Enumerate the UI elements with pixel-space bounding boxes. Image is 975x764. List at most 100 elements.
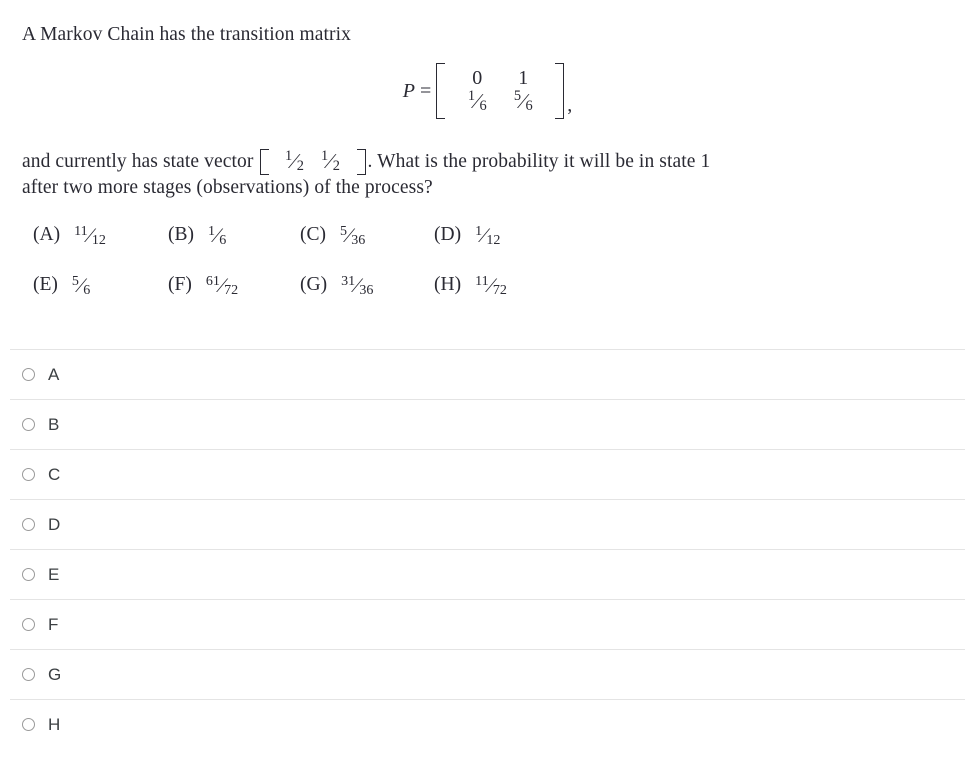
fraction-denominator: 6 — [83, 282, 91, 299]
state-vector-cell-0: 1 ⁄ 2 — [277, 149, 313, 174]
fraction-denominator: 6 — [219, 232, 227, 249]
fraction-denominator: 36 — [359, 282, 374, 299]
transition-matrix-display: P = 0 1 1 ⁄ 6 5 ⁄ 6 , — [0, 63, 975, 119]
answer-choice-tag: (C) — [300, 224, 326, 246]
answer-choice-e: (E) 5 ⁄ 6 — [33, 272, 91, 299]
option-row-f[interactable]: F — [10, 599, 965, 649]
matrix-entry: 1 ⁄ 6 — [468, 89, 487, 114]
fraction-numerator: 11 — [475, 272, 489, 289]
matrix-cell-r1c0: 1 ⁄ 6 — [454, 89, 500, 114]
answer-choice-value: 1 ⁄ 12 — [475, 224, 501, 249]
fraction-denominator: 6 — [479, 97, 487, 114]
option-label: C — [48, 465, 61, 484]
answer-choice-value: 5 ⁄ 6 — [71, 272, 91, 299]
fraction-denominator: 2 — [296, 157, 305, 174]
answer-choice-tag: (F) — [168, 274, 192, 296]
question-text-after-vector: . What is the probability it will be in … — [367, 151, 711, 172]
answer-choice-value: 5 ⁄ 36 — [340, 224, 366, 249]
answer-choice-b: (B) 1 ⁄ 6 — [168, 224, 227, 249]
answer-choice-value: 11 ⁄ 12 — [74, 222, 106, 249]
matrix-cell-r0c0: 0 — [454, 67, 500, 90]
fraction-numerator: 5 — [71, 272, 79, 289]
radio-button-b-icon[interactable] — [22, 418, 35, 431]
question-text-before-vector: and currently has state vector — [22, 151, 254, 172]
fraction-numerator: 61 — [205, 272, 220, 289]
option-row-e[interactable]: E — [10, 549, 965, 599]
fraction-denominator: 72 — [224, 282, 239, 299]
fraction-denominator: 72 — [492, 282, 507, 299]
answer-choice-fraction: 5 ⁄ 6 — [71, 272, 91, 299]
answer-choice-tag: (E) — [33, 274, 58, 296]
fraction-denominator: 2 — [332, 157, 341, 174]
bracket-left-icon — [259, 148, 269, 175]
state-vector-body: 1 ⁄ 2 1 ⁄ 2 — [272, 149, 354, 175]
answer-choice-row-1: (A) 11 ⁄ 12 (B) 1 ⁄ 6 (C) 5 ⁄ 36 (D) 1 ⁄ 12 — [0, 224, 975, 274]
option-row-h[interactable]: H — [10, 699, 965, 749]
matrix-cell-r1c1: 5 ⁄ 6 — [500, 89, 546, 114]
answer-choice-fraction: 5 ⁄ 36 — [340, 224, 366, 249]
answer-choice-value: 1 ⁄ 6 — [208, 224, 227, 249]
state-vector-cell-1: 1 ⁄ 2 — [313, 149, 349, 174]
answer-choice-fraction: 31 ⁄ 36 — [341, 274, 374, 299]
bracket-right-icon — [555, 63, 565, 119]
option-row-a[interactable]: A — [10, 349, 965, 399]
option-label: D — [48, 515, 61, 534]
matrix-cell-r0c1: 1 — [500, 67, 546, 90]
matrix-body: 0 1 1 ⁄ 6 5 ⁄ 6 — [448, 63, 552, 119]
fraction-numerator: 11 — [74, 222, 88, 239]
question-body-line-2: after two more stages (observations) of … — [22, 177, 433, 198]
option-label: E — [48, 565, 60, 584]
matrix-entry: 1 — [518, 67, 529, 89]
question-body: and currently has state vector 1 ⁄ 2 1 ⁄ 2 .… — [22, 148, 962, 201]
radio-button-f-icon[interactable] — [22, 618, 35, 631]
radio-button-h-icon[interactable] — [22, 718, 35, 731]
answer-choice-fraction: 11 ⁄ 72 — [475, 272, 507, 299]
option-row-d[interactable]: D — [10, 499, 965, 549]
answer-choice-a: (A) 11 ⁄ 12 — [33, 222, 106, 249]
option-row-c[interactable]: C — [10, 449, 965, 499]
matrix-equation: P = 0 1 1 ⁄ 6 5 ⁄ 6 , — [402, 63, 572, 119]
radio-button-a-icon[interactable] — [22, 368, 35, 381]
answer-choice-f: (F) 61 ⁄ 72 — [168, 272, 239, 299]
fraction-denominator: 12 — [486, 232, 501, 249]
answer-choice-fraction: 1 ⁄ 12 — [475, 224, 501, 249]
question-stem: A Markov Chain has the transition matrix — [22, 24, 351, 45]
answer-choice-tag: (H) — [434, 274, 462, 296]
radio-button-e-icon[interactable] — [22, 568, 35, 581]
option-label: B — [48, 415, 60, 434]
answer-choice-value: 11 ⁄ 72 — [475, 272, 507, 299]
option-label: F — [48, 615, 59, 634]
answer-choice-tag: (A) — [33, 224, 61, 246]
state-vector-entry: 1 ⁄ 2 — [321, 149, 341, 174]
option-row-g[interactable]: G — [10, 649, 965, 699]
matrix-variable-label: P — [402, 79, 415, 102]
answer-choice-tag: (G) — [300, 274, 328, 296]
fraction-denominator: 6 — [525, 97, 533, 114]
answer-option-list: A B C D E F G H — [0, 349, 975, 749]
fraction-denominator: 12 — [91, 232, 106, 249]
answer-choice-h: (H) 11 ⁄ 72 — [434, 272, 507, 299]
state-vector: 1 ⁄ 2 1 ⁄ 2 — [259, 148, 366, 175]
answer-choices: (A) 11 ⁄ 12 (B) 1 ⁄ 6 (C) 5 ⁄ 36 (D) 1 ⁄ 12 (E) 5 ⁄ 6 (… — [0, 224, 975, 324]
bracket-right-icon — [356, 148, 366, 175]
matrix-entry: 5 ⁄ 6 — [514, 89, 533, 114]
answer-choice-value: 31 ⁄ 36 — [341, 274, 374, 299]
answer-choice-fraction: 61 ⁄ 72 — [205, 272, 239, 299]
fraction-denominator: 36 — [351, 232, 366, 249]
bracket-left-icon — [436, 63, 446, 119]
answer-choice-row-2: (E) 5 ⁄ 6 (F) 61 ⁄ 72 (G) 31 ⁄ 36 (H) 11 ⁄ 72 — [0, 274, 975, 324]
answer-choice-d: (D) 1 ⁄ 12 — [434, 224, 501, 249]
matrix-entry: 0 — [472, 67, 483, 89]
radio-button-c-icon[interactable] — [22, 468, 35, 481]
question-body-line-1: and currently has state vector 1 ⁄ 2 1 ⁄ 2 .… — [22, 148, 962, 175]
radio-button-g-icon[interactable] — [22, 668, 35, 681]
option-label: G — [48, 665, 62, 684]
state-vector-entry: 1 ⁄ 2 — [285, 149, 305, 174]
equals-sign: = — [419, 79, 432, 102]
answer-choice-tag: (B) — [168, 224, 194, 246]
radio-button-d-icon[interactable] — [22, 518, 35, 531]
option-row-b[interactable]: B — [10, 399, 965, 449]
answer-choice-value: 61 ⁄ 72 — [205, 272, 239, 299]
answer-choice-g: (G) 31 ⁄ 36 — [300, 274, 374, 299]
option-label: H — [48, 715, 61, 734]
